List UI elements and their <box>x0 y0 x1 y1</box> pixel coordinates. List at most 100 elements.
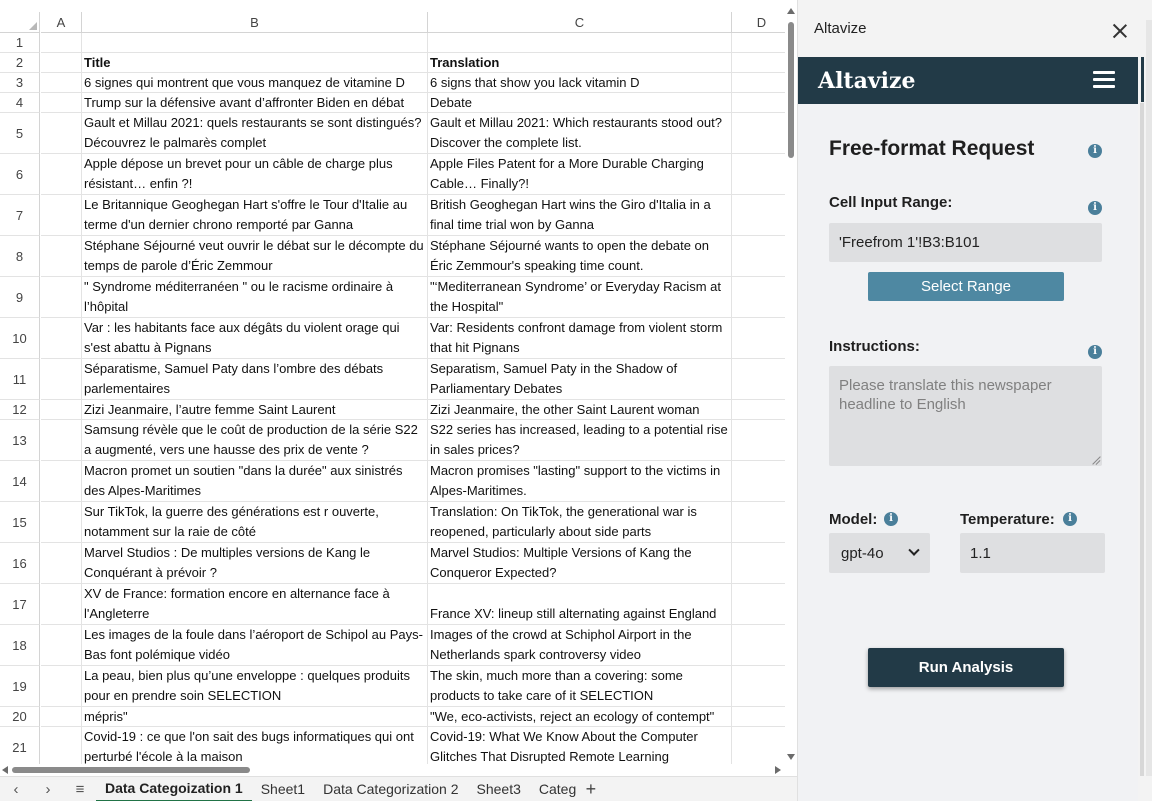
next-sheet-icon[interactable]: › <box>32 781 64 798</box>
row-header[interactable]: 5 <box>0 113 40 154</box>
cell-b-title[interactable]: Marvel Studios : De multiples versions d… <box>82 543 428 584</box>
cell-d[interactable] <box>732 727 785 764</box>
cell-c-translation[interactable]: Marvel Studios: Multiple Versions of Kan… <box>428 543 732 584</box>
cell-b-title[interactable]: Title <box>82 53 428 73</box>
cell-a[interactable] <box>41 420 82 461</box>
sheet-tab-sheet1[interactable]: Sheet1 <box>252 777 314 801</box>
cell-b-title[interactable]: mépris" <box>82 707 428 727</box>
cell-d[interactable] <box>732 277 785 318</box>
scroll-down-arrow-icon[interactable] <box>787 754 795 760</box>
cell-d[interactable] <box>732 73 785 93</box>
row-header[interactable]: 11 <box>0 359 40 400</box>
cell-c-translation[interactable]: Images of the crowd at Schiphol Airport … <box>428 625 732 666</box>
info-icon[interactable]: i <box>1088 144 1102 158</box>
row-header[interactable]: 3 <box>0 73 40 93</box>
row-header[interactable]: 9 <box>0 277 40 318</box>
cell-d[interactable] <box>732 195 785 236</box>
column-header-b[interactable]: B <box>82 12 428 33</box>
horizontal-scroll-thumb[interactable] <box>12 767 250 773</box>
row-header[interactable]: 7 <box>0 195 40 236</box>
cell-a[interactable] <box>41 93 82 113</box>
all-sheets-menu-icon[interactable]: ≡ <box>64 781 96 798</box>
cell-a[interactable] <box>41 707 82 727</box>
cell-b-title[interactable]: Covid-19 : ce que l'on sait des bugs inf… <box>82 727 428 764</box>
row-header[interactable]: 6 <box>0 154 40 195</box>
cell-d[interactable] <box>732 318 785 359</box>
cell-c-translation[interactable]: 6 signs that show you lack vitamin D <box>428 73 732 93</box>
column-header-d[interactable]: D <box>732 12 785 33</box>
cell-b-title[interactable]: XV de France: formation encore en altern… <box>82 584 428 625</box>
cell-input-range-field[interactable] <box>829 223 1102 262</box>
hamburger-menu-icon[interactable] <box>1093 71 1115 89</box>
cell-a[interactable] <box>41 53 82 73</box>
run-analysis-button[interactable]: Run Analysis <box>868 648 1064 687</box>
cell-d[interactable] <box>732 584 785 625</box>
previous-sheet-icon[interactable]: ‹ <box>0 781 32 798</box>
add-sheet-icon[interactable]: + <box>576 779 606 800</box>
row-header[interactable]: 12 <box>0 400 40 420</box>
cell-c-translation[interactable]: Debate <box>428 93 732 113</box>
cell-d[interactable] <box>732 113 785 154</box>
sheet-tab-data-categorization-2[interactable]: Data Categorization 2 <box>314 777 467 801</box>
cell-b-title[interactable]: Gault et Millau 2021: quels restaurants … <box>82 113 428 154</box>
cell-a[interactable] <box>41 543 82 584</box>
cell-b-title[interactable]: Zizi Jeanmaire, l’autre femme Saint Laur… <box>82 400 428 420</box>
cell-d[interactable] <box>732 461 785 502</box>
info-icon[interactable]: i <box>1063 512 1077 526</box>
cell-b-title[interactable]: Samsung révèle que le coût de production… <box>82 420 428 461</box>
row-header[interactable]: 17 <box>0 584 40 625</box>
cell-c-translation[interactable]: Translation <box>428 53 732 73</box>
row-header[interactable]: 4 <box>0 93 40 113</box>
pane-scroll-thumb[interactable] <box>1140 103 1144 776</box>
cell-d[interactable] <box>732 236 785 277</box>
cell-a[interactable] <box>41 502 82 543</box>
cell-a[interactable] <box>41 318 82 359</box>
temperature-input[interactable] <box>960 533 1105 573</box>
scroll-left-arrow-icon[interactable] <box>2 766 8 774</box>
pane-scrollbar[interactable] <box>1138 103 1146 776</box>
cell-c-translation[interactable]: Covid-19: What We Know About the Compute… <box>428 727 732 764</box>
cell-c-translation[interactable]: The skin, much more than a covering: som… <box>428 666 732 707</box>
cell-c-translation[interactable]: Gault et Millau 2021: Which restaurants … <box>428 113 732 154</box>
cell-c-translation[interactable]: British Geoghegan Hart wins the Giro d'I… <box>428 195 732 236</box>
cell-c-translation[interactable]: Macron promises "lasting" support to the… <box>428 461 732 502</box>
cell-a[interactable] <box>41 195 82 236</box>
cell-c-translation[interactable]: "We, eco-activists, reject an ecology of… <box>428 707 732 727</box>
cell-a[interactable] <box>41 113 82 154</box>
cell-b-title[interactable]: Var : les habitants face aux dégâts du v… <box>82 318 428 359</box>
cell-d[interactable] <box>732 93 785 113</box>
cell-c-translation[interactable]: Stéphane Séjourné wants to open the deba… <box>428 236 732 277</box>
sheet-tab-catego[interactable]: Catego <box>530 777 576 801</box>
instructions-textarea[interactable] <box>829 366 1102 466</box>
cell-a[interactable] <box>41 584 82 625</box>
row-header[interactable]: 2 <box>0 53 40 73</box>
row-header[interactable]: 13 <box>0 420 40 461</box>
cell-a[interactable] <box>41 400 82 420</box>
scroll-up-arrow-icon[interactable] <box>787 8 795 14</box>
row-header[interactable]: 15 <box>0 502 40 543</box>
cell-d[interactable] <box>732 625 785 666</box>
vertical-scrollbar[interactable] <box>785 0 797 764</box>
cell-c-translation[interactable] <box>428 33 732 53</box>
cell-b-title[interactable]: La peau, bien plus qu’une enveloppe : qu… <box>82 666 428 707</box>
cell-d[interactable] <box>732 53 785 73</box>
cell-b-title[interactable]: Séparatisme, Samuel Paty dans l’ombre de… <box>82 359 428 400</box>
cell-b-title[interactable]: Les images de la foule dans l’aéroport d… <box>82 625 428 666</box>
cell-c-translation[interactable]: S22 series has increased, leading to a p… <box>428 420 732 461</box>
row-header[interactable]: 19 <box>0 666 40 707</box>
cell-a[interactable] <box>41 277 82 318</box>
row-header[interactable]: 8 <box>0 236 40 277</box>
cell-c-translation[interactable]: Zizi Jeanmaire, the other Saint Laurent … <box>428 400 732 420</box>
cell-b-title[interactable]: Le Britannique Geoghegan Hart s'offre le… <box>82 195 428 236</box>
row-header[interactable]: 18 <box>0 625 40 666</box>
close-icon[interactable] <box>1109 20 1131 42</box>
row-header[interactable]: 14 <box>0 461 40 502</box>
resize-grip-icon[interactable] <box>1092 456 1100 464</box>
cell-d[interactable] <box>732 666 785 707</box>
cell-a[interactable] <box>41 73 82 93</box>
vertical-scroll-thumb[interactable] <box>788 22 794 158</box>
row-header[interactable]: 16 <box>0 543 40 584</box>
cell-a[interactable] <box>41 154 82 195</box>
cell-a[interactable] <box>41 461 82 502</box>
row-header[interactable]: 21 <box>0 727 40 764</box>
